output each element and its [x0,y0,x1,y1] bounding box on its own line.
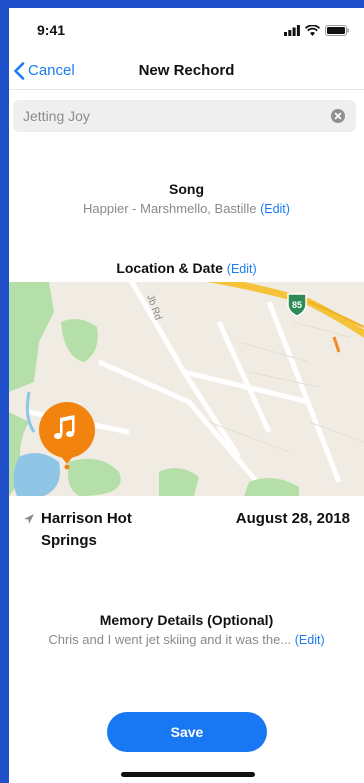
status-icons [284,24,349,36]
place-name-line2: Springs [41,532,97,549]
location-arrow-icon [24,514,34,524]
cancel-button[interactable]: Cancel [13,61,75,80]
edit-location-link[interactable]: (Edit) [227,262,257,276]
cancel-label: Cancel [28,62,75,79]
title-field[interactable]: Jetting Joy [13,100,356,132]
song-detail: Happier - Marshmello, Bastille [83,201,257,216]
clear-icon[interactable] [331,109,345,123]
status-time: 9:41 [37,22,66,38]
memory-detail-row: Chris and I went jet skiing and it was t… [9,632,364,647]
wifi-icon [305,24,320,36]
phone-screen: 9:41 Cancel New Rechord Jetting Joy Song… [9,8,364,783]
memory-heading: Memory Details (Optional) [99,612,274,628]
title-field-value: Jetting Joy [23,108,90,124]
highway-shield-label: 85 [292,300,302,310]
memory-section: Memory Details (Optional) Chris and I we… [9,612,364,647]
lake [13,453,61,496]
memory-detail: Chris and I went jet skiing and it was t… [48,632,292,647]
song-section: Song Happier - Marshmello, Bastille (Edi… [9,181,364,216]
location-heading: Location & Date [116,260,223,276]
song-heading: Song [169,181,204,197]
nav-bar: Cancel New Rechord [9,52,364,90]
save-button[interactable]: Save [107,712,267,752]
chevron-left-icon [14,61,25,80]
signal-icon [284,24,300,36]
place: Harrison Hot Springs [23,508,132,552]
place-name-line1: Harrison Hot [41,510,132,527]
memory-date: August 28, 2018 [235,510,350,527]
battery-icon [325,24,349,36]
location-heading-row: Location & Date (Edit) [9,260,364,276]
edit-memory-link[interactable]: (Edit) [295,633,325,647]
edit-song-link[interactable]: (Edit) [260,202,290,216]
location-map[interactable]: 85 Jb Rd [9,282,364,496]
location-row: Harrison Hot Springs August 28, 2018 [9,508,364,552]
song-detail-row: Happier - Marshmello, Bastille (Edit) [9,201,364,216]
home-indicator [121,772,255,777]
status-bar: 9:41 [9,8,364,52]
